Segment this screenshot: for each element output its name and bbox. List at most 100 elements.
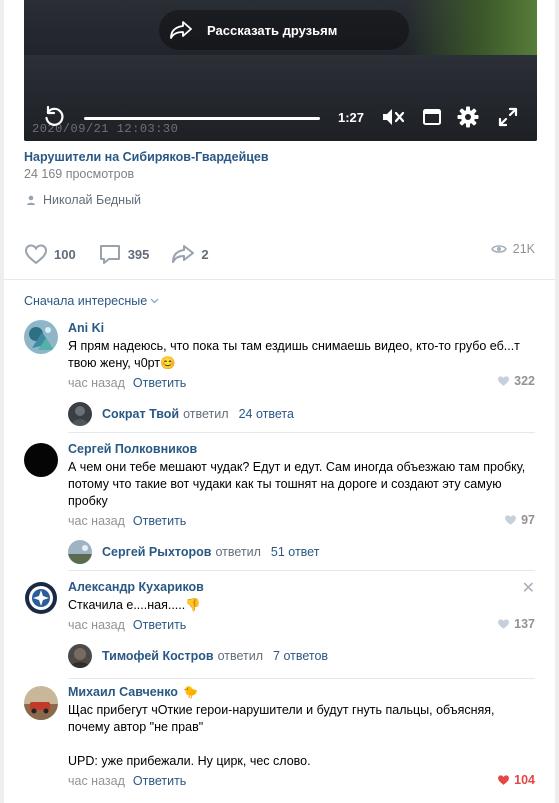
comment-text: Я прям надеюсь, что пока ты там ездишь с… <box>68 339 520 370</box>
chevron-down-icon <box>150 298 159 304</box>
video-author-name: Николай Бедный <box>43 193 142 207</box>
comment-like-button[interactable]: 137 <box>497 617 535 631</box>
avatar[interactable] <box>24 320 58 354</box>
share-count: 2 <box>201 246 209 262</box>
replies-thread[interactable]: Тимофей Костров ответил 7 ответов <box>68 644 328 668</box>
divider <box>68 570 535 571</box>
post-actions: 100 395 2 21K <box>24 242 535 266</box>
comment-like-count: 104 <box>514 773 535 787</box>
comment-time[interactable]: час назад <box>68 773 125 790</box>
comment-text: Сткачила е....ная.....👎 <box>68 598 201 612</box>
share-button[interactable]: 2 <box>171 243 209 265</box>
divider <box>68 678 535 679</box>
heart-icon <box>498 619 510 629</box>
reply-button[interactable]: Ответить <box>133 513 186 530</box>
share-friends-button[interactable]: Рассказать друзьям <box>159 10 409 50</box>
replies-thread[interactable]: Сократ Твой ответил 24 ответа <box>68 402 294 426</box>
divider <box>4 279 555 280</box>
post-page: Рассказать друзьям 2020/09/21 12:03:30 1… <box>4 0 555 803</box>
reply-count: 24 ответа <box>238 407 294 421</box>
avatar <box>68 644 92 668</box>
heart-icon <box>498 775 510 785</box>
sort-label: Сначала интересные <box>24 294 148 308</box>
heart-icon <box>498 376 510 386</box>
avatar <box>68 540 92 564</box>
comment-like-button[interactable]: 322 <box>497 374 535 388</box>
sort-dropdown[interactable]: Сначала интересные <box>24 294 159 308</box>
video-controls: 1:27 <box>24 96 537 140</box>
comment-author[interactable]: Александр Кухариков <box>68 579 535 595</box>
comment-like-button[interactable]: 97 <box>504 513 535 527</box>
eye-icon <box>490 245 507 253</box>
fullscreen-icon[interactable] <box>496 105 520 129</box>
avatar[interactable] <box>24 443 58 477</box>
like-button[interactable]: 100 <box>24 243 76 265</box>
avatar[interactable] <box>24 686 58 720</box>
replay-icon[interactable] <box>42 105 66 129</box>
views-count: 21K <box>512 242 535 256</box>
close-icon[interactable]: ✕ <box>522 581 535 597</box>
comment-body: Михаил Савченко 🐤 Щас прибегут чОткие ге… <box>68 684 535 790</box>
divider <box>68 432 535 433</box>
user-icon <box>27 195 35 205</box>
emoji-status-icon: 🐤 <box>182 685 198 699</box>
comment-like-count: 97 <box>521 513 535 527</box>
comment-author[interactable]: Сергей Полковников <box>68 441 535 457</box>
comment-item: Александр Кухариков Сткачила е....ная...… <box>24 579 535 674</box>
comment-text: А чем они тебе мешают чудак? Едут и едут… <box>68 460 526 508</box>
settings-gear-icon[interactable] <box>456 105 480 129</box>
comment-time[interactable]: час назад <box>68 617 125 634</box>
reply-count: 7 ответов <box>273 649 329 663</box>
avatar <box>68 402 92 426</box>
comment-author[interactable]: Михаил Савченко <box>68 684 178 700</box>
comment-time[interactable]: час назад <box>68 513 125 530</box>
comment-like-count: 322 <box>514 374 535 388</box>
reply-button[interactable]: Ответить <box>133 773 186 790</box>
heart-icon <box>505 515 517 525</box>
comment-body: Сергей Полковников А чем они тебе мешают… <box>68 441 535 530</box>
miniplayer-icon[interactable] <box>420 105 444 129</box>
reply-verb: ответил <box>217 649 264 663</box>
comment-item: Михаил Савченко 🐤 Щас прибегут чОткие ге… <box>24 684 535 799</box>
comment-like-button[interactable]: 104 <box>497 773 535 787</box>
video-views: 24 169 просмотров <box>24 167 135 181</box>
comment-meta: час назад Ответить <box>68 773 535 790</box>
comment-text: Щас прибегут чОткие герои-нарушители и б… <box>68 703 495 734</box>
video-player[interactable]: Рассказать друзьям 2020/09/21 12:03:30 1… <box>24 0 537 141</box>
video-duration: 1:27 <box>338 110 365 125</box>
comment-meta: час назад Ответить <box>68 375 535 392</box>
views-counter: 21K <box>490 242 535 256</box>
video-author[interactable]: Николай Бедный <box>24 193 141 207</box>
comment-author[interactable]: Ani Ki <box>68 320 535 336</box>
reply-button[interactable]: Ответить <box>133 617 186 634</box>
like-count: 100 <box>54 246 76 262</box>
heart-icon <box>24 244 48 265</box>
avatar[interactable] <box>24 581 58 615</box>
reply-count: 51 ответ <box>270 545 320 559</box>
video-title[interactable]: Нарушители на Сибиряков-Гвардейцев <box>24 150 269 164</box>
comment-author-row: Михаил Савченко 🐤 <box>68 684 535 700</box>
replies-thread[interactable]: Сергей Рыхторов ответил 51 ответ <box>68 540 319 564</box>
reply-button[interactable]: Ответить <box>133 375 186 392</box>
reply-verb: ответил <box>215 545 261 559</box>
comment-icon <box>99 245 120 264</box>
comment-text-update: UPD: уже прибежали. Ну цирк, чес слово. <box>68 754 311 768</box>
share-arrow-icon <box>170 21 192 39</box>
mute-icon[interactable] <box>381 105 405 129</box>
comment-meta: час назад Ответить <box>68 513 535 530</box>
share-icon <box>172 245 195 263</box>
comment-item: Сергей Полковников А чем они тебе мешают… <box>24 441 535 566</box>
comment-meta: час назад Ответить <box>68 617 535 634</box>
comment-like-count: 137 <box>514 617 535 631</box>
comment-time[interactable]: час назад <box>68 375 125 392</box>
comment-body: Ani Ki Я прям надеюсь, что пока ты там е… <box>68 320 535 392</box>
reply-author: Сергей Рыхторов <box>102 545 212 559</box>
comment-count: 395 <box>127 246 150 262</box>
progress-bar[interactable] <box>84 117 320 120</box>
share-friends-label: Рассказать друзьям <box>207 22 338 38</box>
reply-author: Сократ Твой <box>102 407 180 421</box>
reply-verb: ответил <box>183 407 229 421</box>
comment-button[interactable]: 395 <box>98 243 150 265</box>
reply-author: Тимофей Костров <box>102 649 214 663</box>
comment-item: Ani Ki Я прям надеюсь, что пока ты там е… <box>24 320 535 430</box>
